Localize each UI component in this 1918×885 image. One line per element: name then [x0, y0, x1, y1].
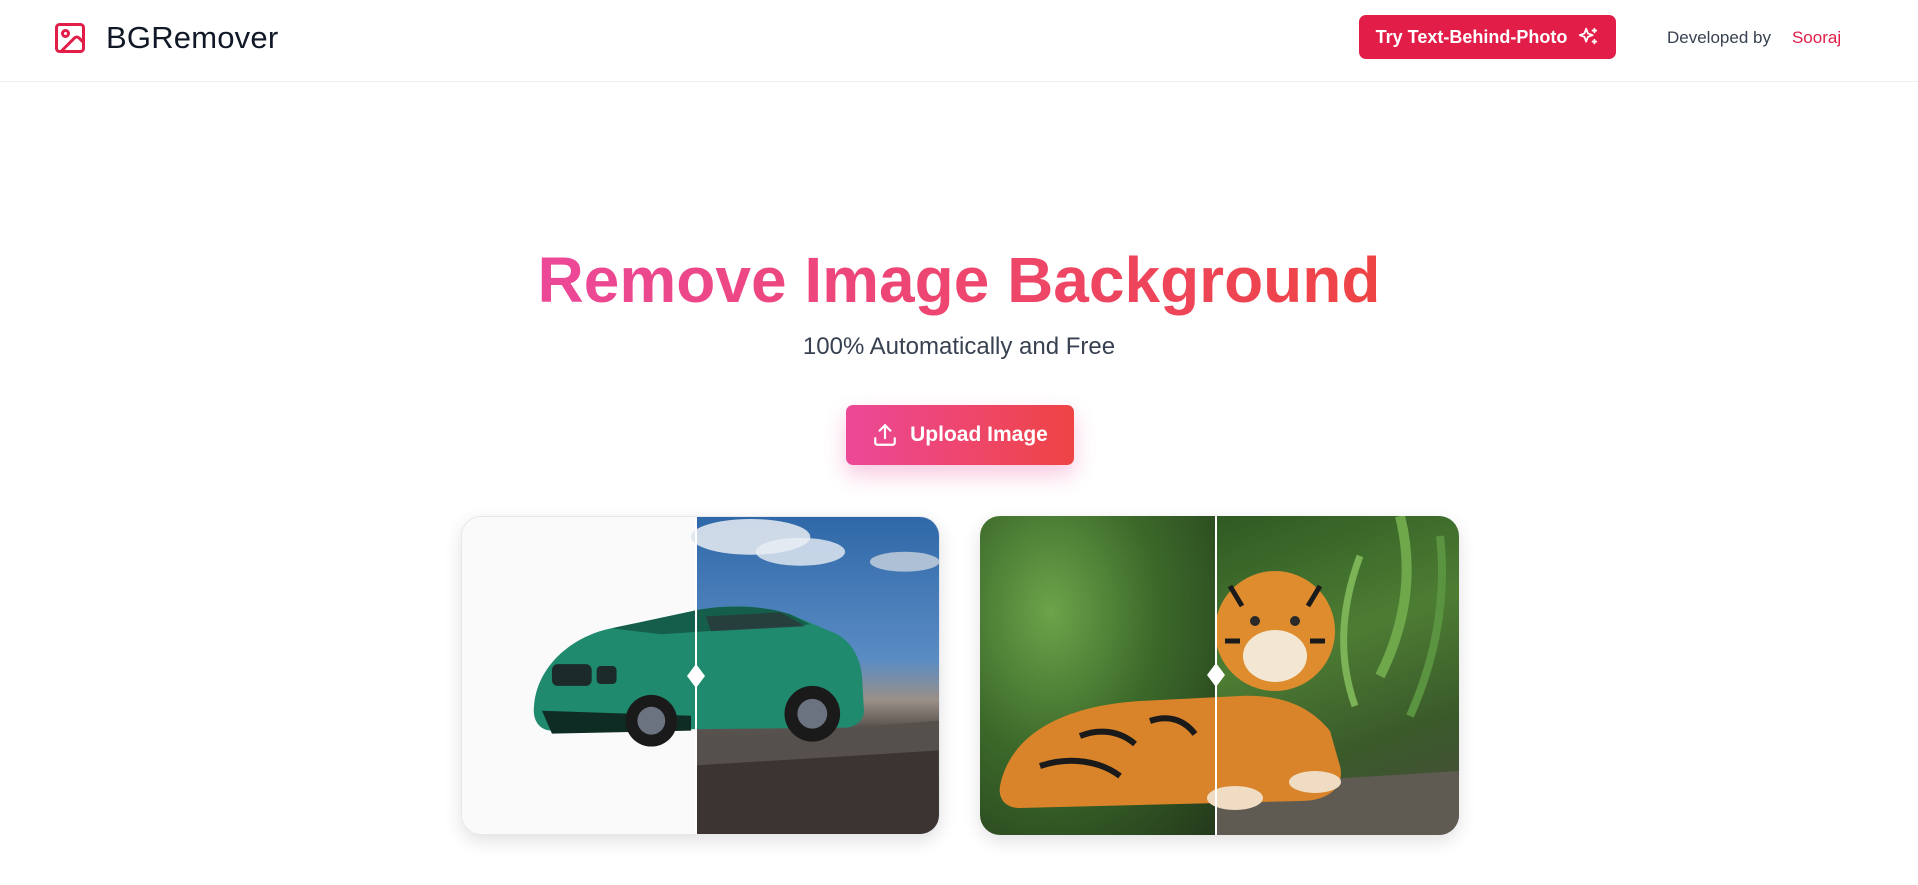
comparison-slider-handle-icon[interactable] — [687, 664, 705, 688]
image-icon — [55, 23, 85, 53]
upload-image-button[interactable]: Upload Image — [846, 405, 1074, 465]
try-text-behind-photo-button[interactable]: Try Text-Behind-Photo — [1359, 15, 1616, 59]
developer-credit: Developed by Sooraj — [1667, 26, 1841, 50]
upload-button-label: Upload Image — [910, 423, 1048, 446]
car-comparison-card[interactable] — [461, 516, 940, 835]
upload-icon — [874, 424, 896, 446]
sparkles-icon — [1579, 27, 1598, 45]
brand-name: BGRemover — [106, 20, 279, 55]
try-button-label: Try Text-Behind-Photo — [1375, 26, 1568, 47]
top-nav: BGRemover Try Text-Behind-Photo Develope… — [0, 0, 1918, 82]
developed-by-label: Developed by — [1667, 28, 1771, 47]
comparison-slider-handle-icon[interactable] — [1207, 663, 1225, 687]
developer-link[interactable]: Sooraj — [1792, 28, 1841, 48]
page-subtitle: 100% Automatically and Free — [802, 333, 1116, 360]
brand[interactable]: BGRemover — [52, 19, 278, 57]
page-title: Remove Image Background — [0, 240, 1918, 320]
tiger-comparison-card[interactable] — [980, 516, 1459, 835]
page-title-text: Remove Image Background — [537, 244, 1381, 316]
